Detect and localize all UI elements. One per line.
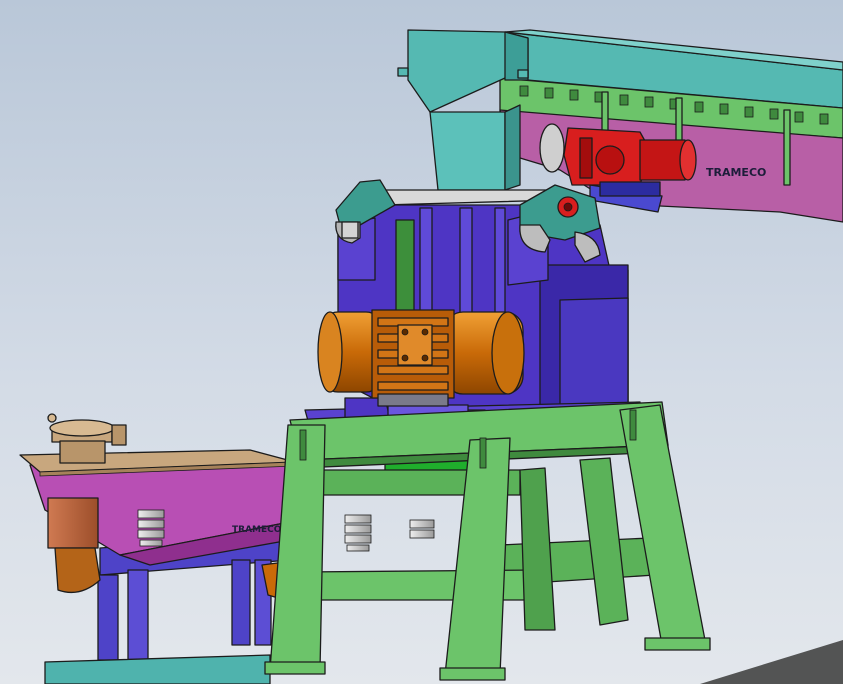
floor-shadow — [700, 640, 843, 684]
conveyor-brand-logo: TRAMECO — [706, 166, 766, 179]
support-frame — [264, 401, 711, 681]
cad-model: TRAMECO TRAMECO — [19, 29, 843, 684]
cad-viewport: TRAMECO TRAMECO — [0, 0, 843, 684]
feed-hopper — [397, 29, 529, 191]
vibration-motor — [317, 309, 525, 407]
screen-brand-logo: TRAMECO — [232, 525, 282, 535]
